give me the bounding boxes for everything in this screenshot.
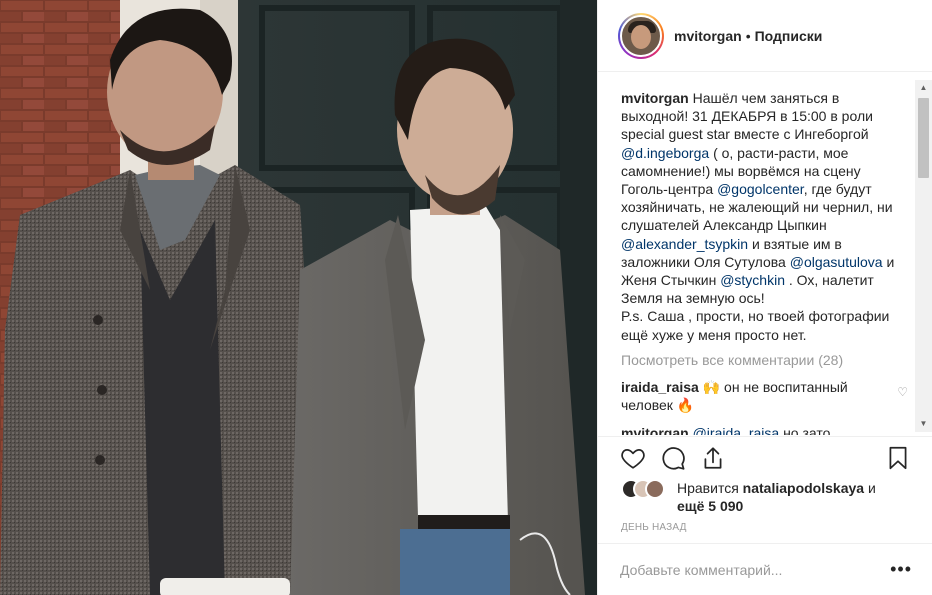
post-caption: mvitorgan Нашёл чем заняться в выходной!… (621, 89, 902, 344)
mention-link[interactable]: @iraida_raisa (693, 425, 780, 435)
likes-middle: и (867, 480, 876, 496)
add-comment-input[interactable]: Добавьте комментарий... (620, 562, 890, 578)
likes-prefix: Нравится (677, 480, 739, 496)
avatar (645, 479, 665, 499)
scroll-thumb[interactable] (918, 98, 929, 178)
comment-like-icon[interactable]: ♡ (897, 383, 908, 401)
caption-author[interactable]: mvitorgan (621, 90, 689, 106)
add-comment-bar: Добавьте комментарий... ••• (598, 543, 932, 595)
comment-item: iraida_raisa 🙌 он не воспитанный человек… (621, 378, 908, 414)
separator-dot: • (745, 27, 751, 44)
share-upload-icon[interactable] (700, 445, 726, 471)
post-side-panel: mvitorgan • Подписки mvitorgan Нашёл чем… (597, 0, 932, 595)
mention-link[interactable]: @d.ingeborga (621, 145, 709, 161)
liker-avatars[interactable] (621, 479, 665, 499)
post-image (0, 0, 597, 595)
following-button[interactable]: Подписки (755, 28, 823, 44)
mention-link[interactable]: @olgasutulova (790, 254, 883, 270)
post-photo[interactable] (0, 0, 597, 595)
comment-item: mvitorgan @iraida_raisa но зато (621, 424, 902, 435)
comments-scrollbar[interactable]: ▲ ▼ (915, 80, 932, 432)
avatar[interactable] (618, 12, 664, 59)
more-options-icon[interactable]: ••• (890, 559, 912, 580)
likes-section: Нравится nataliapodolskaya и ещё 5 090 (621, 479, 912, 517)
liker-username[interactable]: nataliapodolskaya (743, 480, 864, 496)
caption-ps: P.s. Саша , прости, но твоей фотографии … (621, 308, 890, 343)
scroll-down-arrow-icon[interactable]: ▼ (915, 416, 932, 432)
scroll-up-arrow-icon[interactable]: ▲ (915, 80, 932, 96)
author-username[interactable]: mvitorgan (674, 28, 742, 44)
post-header: mvitorgan • Подписки (598, 0, 932, 72)
view-all-comments-link[interactable]: Посмотреть все комментарии (28) (621, 352, 902, 368)
mention-link[interactable]: @gogolcenter (717, 181, 804, 197)
comments-list[interactable]: mvitorgan Нашёл чем заняться в выходной!… (598, 73, 932, 435)
speech-bubble-icon[interactable] (660, 445, 686, 471)
mention-link[interactable]: @alexander_tsypkin (621, 236, 748, 252)
likes-text: Нравится nataliapodolskaya и ещё 5 090 (677, 479, 876, 515)
likes-count[interactable]: ещё 5 090 (677, 498, 743, 514)
mention-link[interactable]: @stychkin (720, 272, 785, 288)
bookmark-icon[interactable] (885, 445, 911, 471)
comment-text: но зато (783, 424, 831, 435)
post-timestamp[interactable]: ДЕНЬ НАЗАД (621, 522, 687, 533)
comment-author[interactable]: iraida_raisa (621, 379, 699, 395)
action-bar (598, 436, 932, 478)
comment-author[interactable]: mvitorgan (621, 425, 689, 435)
heart-outline-icon[interactable] (620, 445, 646, 471)
